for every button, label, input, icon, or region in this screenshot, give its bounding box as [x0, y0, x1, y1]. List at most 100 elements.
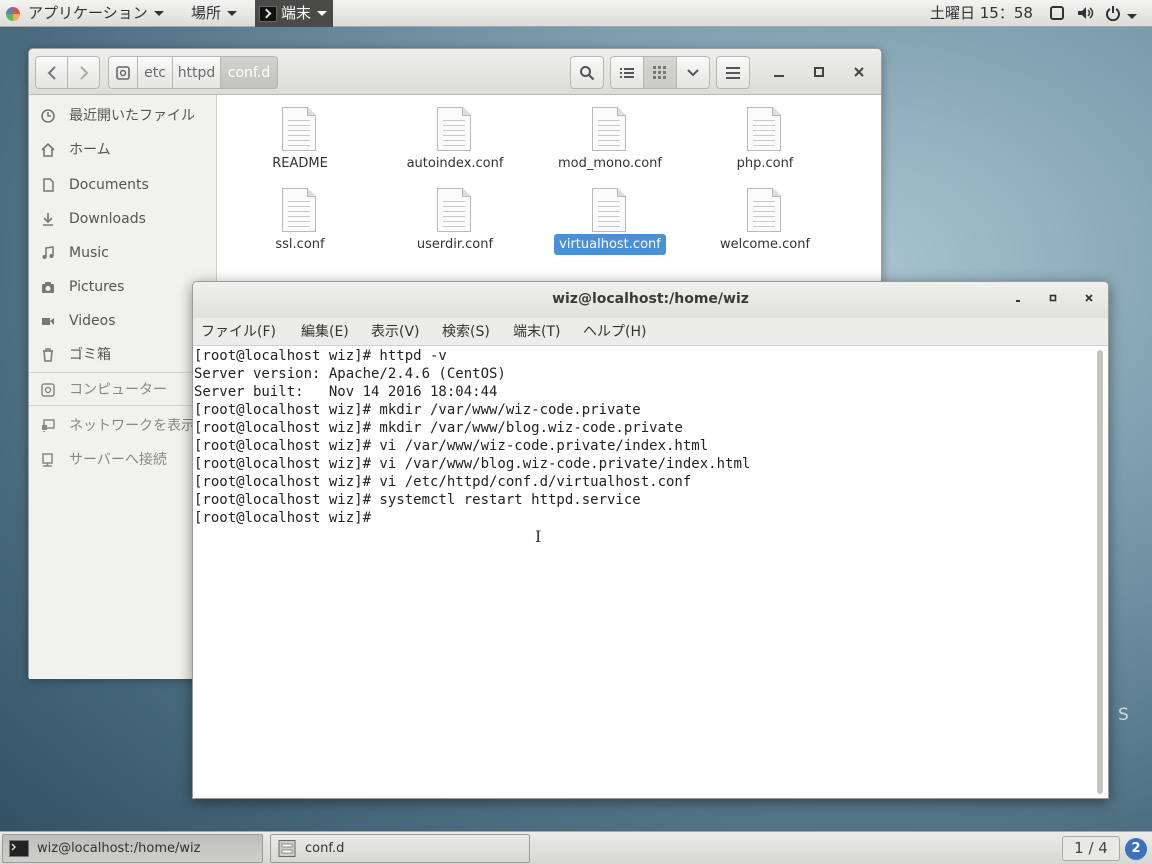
sidebar-item-recent[interactable]: 最近開いたファイル	[29, 101, 217, 131]
file-label[interactable]: mod_mono.conf	[545, 153, 675, 175]
maximize-button[interactable]	[809, 63, 829, 83]
applications-menu[interactable]: アプリケーション	[6, 0, 164, 27]
sidebar-item-pictures[interactable]: Pictures	[29, 272, 217, 302]
power-menu[interactable]	[1105, 0, 1147, 27]
file-name: mod_mono.conf	[558, 156, 662, 171]
breadcrumb-etc[interactable]: etc	[137, 56, 173, 89]
file-label[interactable]: autoindex.conf	[390, 153, 520, 175]
network-icon	[42, 419, 55, 432]
sidebar-separator	[29, 405, 217, 406]
file-name: userdir.conf	[416, 237, 494, 252]
bottom-taskbar: wiz@localhost:/home/wiz conf.d 1 / 4 2	[0, 831, 1152, 864]
server-icon	[42, 453, 53, 467]
chevron-down-icon	[317, 11, 328, 16]
volume-icon[interactable]	[1077, 0, 1095, 27]
sidebar-item-label: 最近開いたファイル	[69, 108, 195, 124]
workspace-indicator[interactable]: 1 / 4	[1062, 836, 1120, 861]
terminal-app-menu[interactable]: 端末	[255, 0, 334, 27]
terminal-line: [root@localhost wiz]# systemctl restart …	[194, 492, 641, 508]
top-bar: アプリケーション 場所 端末 土曜日 15：58	[0, 0, 1152, 27]
file-icon[interactable]	[437, 107, 471, 151]
file-icon[interactable]	[437, 188, 471, 232]
search-button[interactable]	[570, 56, 604, 89]
terminal-titlebar[interactable]: wiz@localhost:/home/wiz	[193, 282, 1108, 318]
search-icon	[580, 65, 595, 80]
sidebar-item-downloads[interactable]: Downloads	[29, 204, 217, 234]
file-label[interactable]: README	[235, 153, 365, 175]
terminal-close-button[interactable]	[1080, 291, 1098, 309]
sidebar-item-label: ゴミ箱	[69, 347, 111, 363]
maximize-icon	[814, 67, 824, 77]
chevron-left-icon	[47, 65, 56, 80]
sidebar-item-documents[interactable]: Documents	[29, 170, 217, 200]
file-icon[interactable]	[282, 107, 316, 151]
back-button[interactable]	[35, 56, 68, 89]
breadcrumb-httpd[interactable]: httpd	[172, 56, 221, 89]
notification-badge[interactable]: 2	[1125, 838, 1147, 860]
file-label[interactable]: userdir.conf	[390, 234, 520, 256]
window-switch-icon[interactable]	[1050, 0, 1066, 27]
terminal-scrollbar[interactable]	[1097, 350, 1103, 794]
terminal-icon	[9, 840, 29, 857]
menu-help[interactable]: ヘルプ(H)	[583, 318, 646, 346]
menu-edit[interactable]: 編集(E)	[301, 318, 349, 346]
file-label[interactable]: ssl.conf	[235, 234, 365, 256]
sidebar-item-connect-server[interactable]: サーバーへ接続	[29, 445, 217, 475]
file-icon[interactable]	[282, 188, 316, 232]
sidebar-item-label: Videos	[69, 313, 116, 329]
sidebar-item-computer[interactable]: コンピューター	[29, 375, 217, 405]
breadcrumb-root[interactable]	[108, 56, 138, 89]
grid-view-button[interactable]	[643, 56, 677, 89]
close-icon	[1085, 294, 1093, 302]
menu-view[interactable]: 表示(V)	[371, 318, 420, 346]
clock[interactable]: 土曜日 15：58	[930, 0, 1033, 27]
file-label[interactable]: welcome.conf	[700, 234, 830, 256]
minimize-icon	[1016, 300, 1020, 302]
sidebar-item-label: Documents	[69, 177, 149, 193]
desktop-logo-text: S	[1118, 705, 1129, 725]
sidebar-item-label: Downloads	[69, 211, 146, 227]
terminal-minimize-button[interactable]	[1009, 291, 1027, 309]
file-label[interactable]: php.conf	[700, 153, 830, 175]
sidebar-item-videos[interactable]: Videos	[29, 306, 217, 336]
terminal-maximize-button[interactable]	[1044, 291, 1062, 309]
chevron-down-icon	[153, 11, 164, 16]
places-menu[interactable]: 場所	[191, 0, 238, 27]
minimize-icon	[774, 75, 784, 77]
list-view-button[interactable]	[610, 56, 644, 89]
sidebar-item-trash[interactable]: ゴミ箱	[29, 340, 217, 370]
file-name: README	[272, 156, 328, 171]
sidebar-item-home[interactable]: ホーム	[29, 135, 217, 165]
video-icon	[42, 318, 54, 325]
file-name: ssl.conf	[275, 237, 325, 252]
sidebar-item-music[interactable]: Music	[29, 238, 217, 268]
file-icon[interactable]	[592, 107, 626, 151]
menu-search[interactable]: 検索(S)	[442, 318, 490, 346]
minimize-button[interactable]	[769, 63, 789, 83]
file-icon[interactable]	[747, 107, 781, 151]
file-icon[interactable]	[747, 188, 781, 232]
file-icon[interactable]	[592, 188, 626, 232]
task-files[interactable]: conf.d	[270, 834, 530, 863]
sidebar-item-label: ネットワークを表示	[69, 418, 195, 434]
menu-terminal[interactable]: 端末(T)	[513, 318, 560, 346]
breadcrumb-conf-d[interactable]: conf.d	[220, 56, 278, 89]
terminal-line: [root@localhost wiz]# vi /etc/httpd/conf…	[194, 474, 692, 490]
music-icon	[42, 246, 54, 259]
view-options-button[interactable]	[676, 56, 710, 89]
file-label-selected[interactable]: virtualhost.conf	[545, 234, 675, 256]
chevron-right-icon	[79, 65, 88, 80]
hamburger-icon	[726, 66, 740, 79]
computer-icon	[41, 383, 55, 397]
terminal-output[interactable]: [root@localhost wiz]# httpd -v Server ver…	[194, 347, 1094, 798]
forward-button[interactable]	[67, 56, 100, 89]
sidebar-item-network[interactable]: ネットワークを表示	[29, 411, 217, 441]
places-sidebar: 最近開いたファイル ホーム Documents Downloads Music …	[29, 95, 217, 679]
app-menu-button[interactable]	[716, 56, 750, 89]
task-label: wiz@localhost:/home/wiz	[37, 841, 201, 856]
menu-file[interactable]: ファイル(F)	[201, 318, 276, 346]
terminal-line: [root@localhost wiz]# vi /var/www/blog.w…	[194, 456, 751, 472]
document-icon	[43, 178, 54, 192]
task-terminal[interactable]: wiz@localhost:/home/wiz	[2, 834, 263, 863]
close-button[interactable]	[849, 63, 869, 83]
